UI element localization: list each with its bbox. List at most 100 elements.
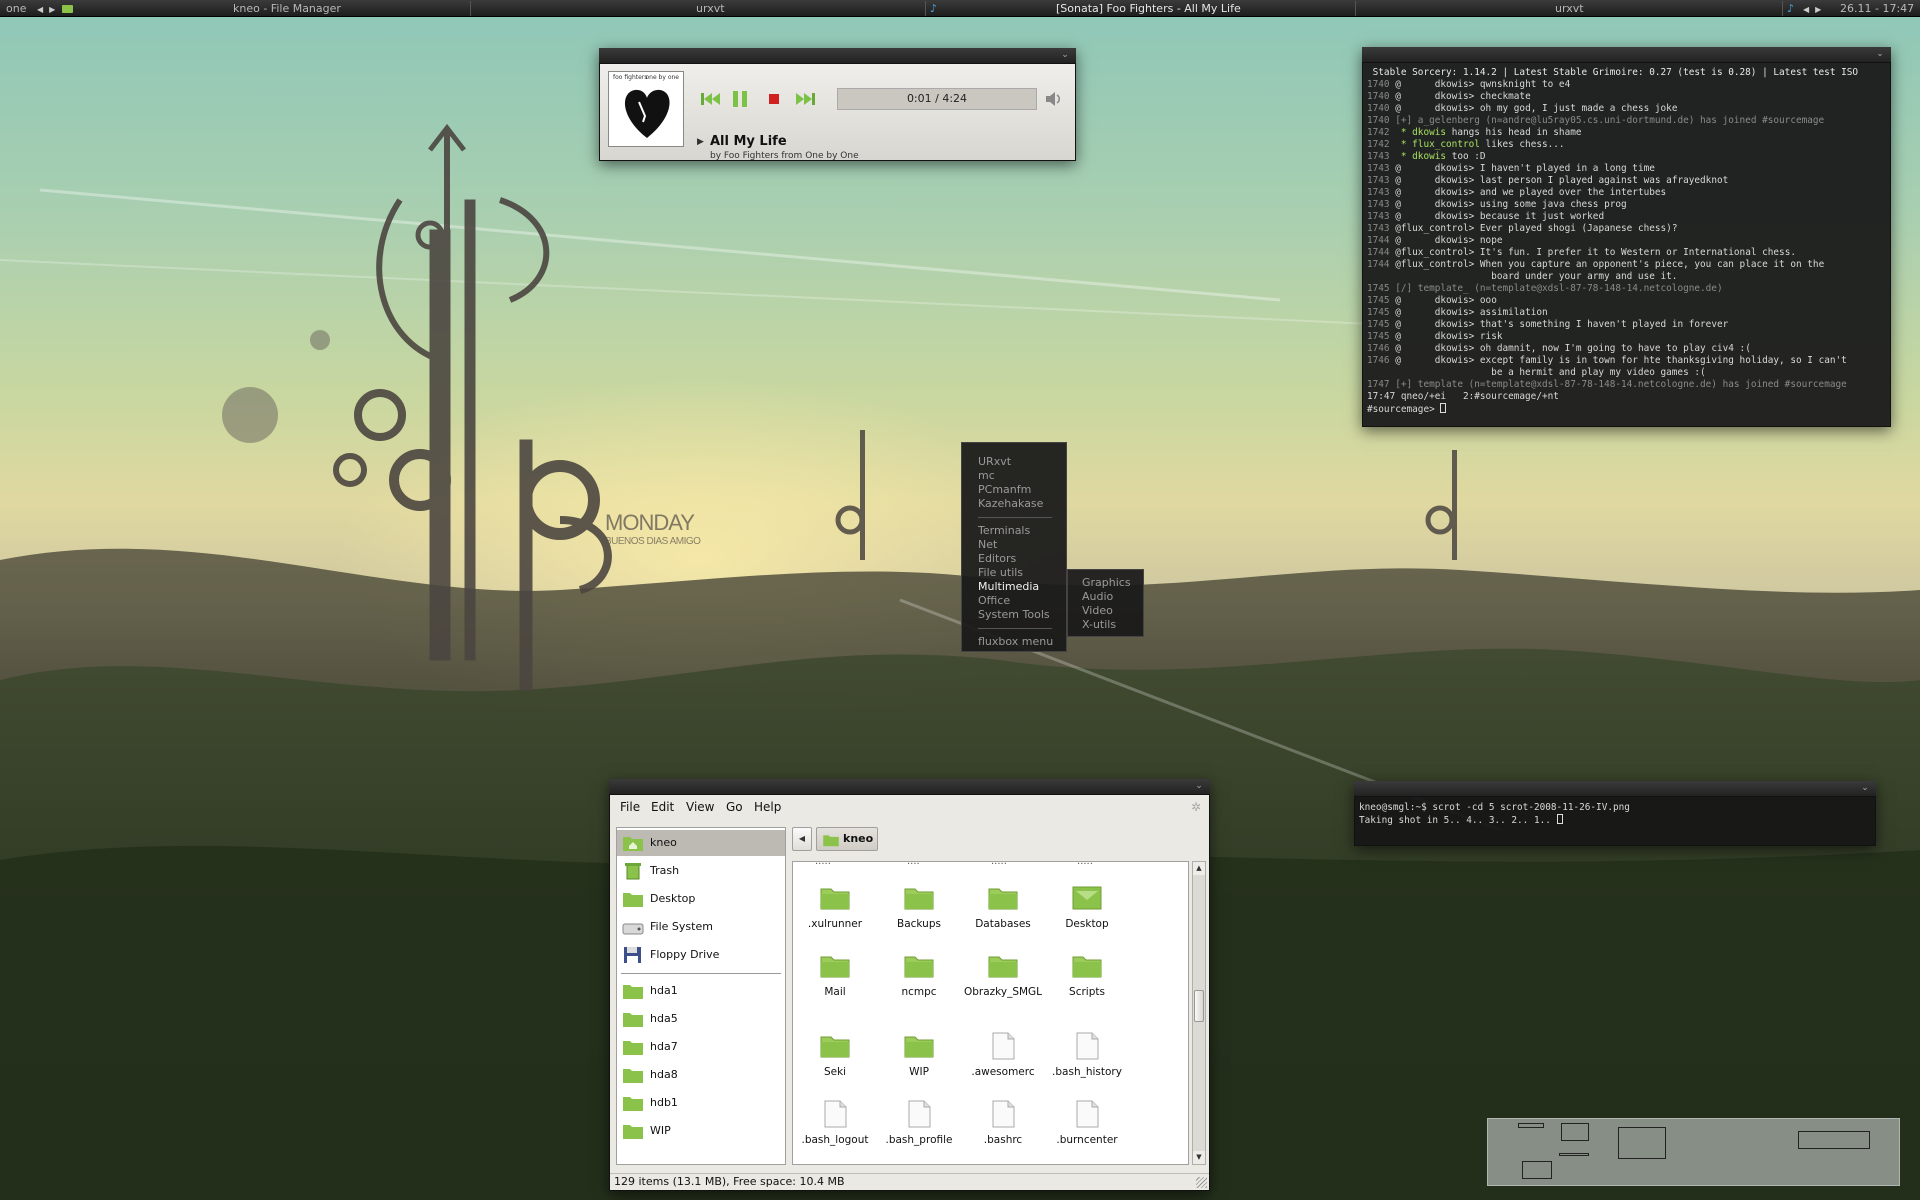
submenu-item-graphics[interactable]: Graphics [1068, 576, 1143, 590]
sidebar-item-file-system[interactable]: File System [617, 914, 785, 940]
sidebar-item-kneo[interactable]: kneo [617, 830, 785, 856]
shell-terminal[interactable]: kneo@smgl:~$ scrot -cd 5 scrot-2008-11-2… [1354, 797, 1876, 846]
menu-item-terminals[interactable]: Terminals [962, 524, 1066, 538]
pause-button[interactable] [728, 89, 752, 109]
menu-item-net[interactable]: Net [962, 538, 1066, 552]
file-item[interactable]: Seki [793, 1028, 877, 1094]
file-item[interactable]: Backups [877, 880, 961, 946]
menu-edit[interactable]: Edit [651, 800, 674, 814]
menu-file[interactable]: File [620, 800, 640, 814]
file-item[interactable]: Desktop [1045, 880, 1129, 946]
irc-status-line: 17:47 qneo/+ei 2:#sourcemage/+nt [1367, 391, 1559, 402]
file-item-label: Obrazky_SMGL [963, 986, 1043, 998]
file-item[interactable]: Databases [961, 880, 1045, 946]
sidebar-item-trash[interactable]: Trash [617, 858, 785, 884]
pager-window[interactable] [1618, 1127, 1666, 1159]
album-cover[interactable]: foo fighters one by one [608, 71, 684, 147]
window-menu-icon[interactable]: ⌄ [1875, 49, 1885, 59]
irc-terminal[interactable]: Stable Sorcery: 1.14.2 | Latest Stable G… [1362, 63, 1891, 427]
sonata-titlebar[interactable]: ⌄ [599, 48, 1076, 64]
scroll-down-icon[interactable]: ▼ [1193, 1151, 1205, 1164]
volume-icon[interactable] [1044, 90, 1064, 108]
submenu-item-x-utils[interactable]: X-utils [1068, 618, 1143, 632]
submenu-item-video[interactable]: Video [1068, 604, 1143, 618]
workspace-pager[interactable] [1487, 1118, 1900, 1186]
file-item[interactable]: WIP [877, 1028, 961, 1094]
irc-timestamp: 1745 [1367, 283, 1390, 294]
prev-workspace-icon[interactable]: ◀ [37, 1, 43, 18]
submenu-item-audio[interactable]: Audio [1068, 590, 1143, 604]
menu-item-editors[interactable]: Editors [962, 552, 1066, 566]
file-item[interactable]: .bashrc [961, 1096, 1045, 1162]
menu-item-fluxbox-menu[interactable]: fluxbox menu [962, 635, 1066, 649]
next-workspace-icon[interactable]: ▶ [49, 1, 55, 18]
file-item[interactable]: .awesomerc [961, 1028, 1045, 1094]
pager-window[interactable] [1518, 1123, 1544, 1128]
sidebar-item-floppy-drive[interactable]: Floppy Drive [617, 942, 785, 968]
pager-window[interactable] [1561, 1123, 1589, 1141]
stop-button[interactable] [762, 89, 786, 109]
scrollbar-thumb[interactable] [1194, 990, 1204, 1022]
menu-item-mc[interactable]: mc [962, 469, 1066, 483]
file-item[interactable]: Scripts [1045, 948, 1129, 1014]
scroll-up-icon[interactable]: ▲ [1193, 862, 1205, 875]
menu-item-system-tools[interactable]: System Tools [962, 608, 1066, 622]
task-sonata[interactable]: [Sonata] Foo Fighters - All My Life [1056, 0, 1241, 17]
resize-grip[interactable] [1196, 1177, 1207, 1188]
file-item[interactable]: .xulrunner [793, 880, 877, 946]
back-button[interactable]: ◀ [792, 827, 812, 851]
file-item[interactable]: Obrazky_SMGL [961, 948, 1045, 1014]
sidebar-item-hda7[interactable]: hda7 [617, 1034, 785, 1060]
file-view[interactable]: ..... .... ..... ..... .xulrunner Backups… [792, 861, 1189, 1165]
menu-item-pcmanfm[interactable]: PCmanfm [962, 483, 1066, 497]
sidebar-item-hdb1[interactable]: hdb1 [617, 1090, 785, 1116]
menu-view[interactable]: View [686, 800, 714, 814]
track-progress-bar[interactable]: 0:01 / 4:24 [837, 88, 1037, 110]
sidebar-item-wip[interactable]: WIP [617, 1118, 785, 1144]
menu-item-multimedia[interactable]: Multimedia [962, 580, 1066, 594]
task-urxvt-2[interactable]: urxvt [1555, 0, 1584, 17]
menu-item-office[interactable]: Office [962, 594, 1066, 608]
window-menu-icon[interactable]: ⌄ [1194, 781, 1204, 791]
sidebar-item-label: Floppy Drive [650, 948, 720, 961]
pager-window[interactable] [1798, 1131, 1870, 1149]
window-menu-icon[interactable]: ⌄ [1060, 50, 1070, 60]
window-menu-icon[interactable]: ⌄ [1860, 783, 1870, 793]
file-item[interactable]: ncmpc [877, 948, 961, 1014]
sidebar-item-desktop[interactable]: Desktop [617, 886, 785, 912]
file-manager-window: ⌄ File Edit View Go Help ✲ kneo Trash De… [609, 779, 1210, 1191]
shell-titlebar[interactable]: ⌄ [1354, 781, 1876, 797]
path-button-kneo[interactable]: kneo [816, 827, 878, 851]
menu-item-file-utils[interactable]: File utils [962, 566, 1066, 580]
sidebar-item-hda1[interactable]: hda1 [617, 978, 785, 1004]
menu-item-kazehakase[interactable]: Kazehakase [962, 497, 1066, 511]
sidebar-item-hda5[interactable]: hda5 [617, 1006, 785, 1032]
file-item[interactable]: .bash_history [1045, 1028, 1129, 1094]
previous-track-button[interactable] [699, 89, 723, 109]
prev-icon[interactable]: ◀ [1803, 1, 1809, 18]
file-item[interactable]: .bash_logout [793, 1096, 877, 1162]
file-item[interactable]: Mail [793, 948, 877, 1014]
menu-item-urxvt[interactable]: URxvt [962, 455, 1066, 469]
file-manager-titlebar[interactable]: ⌄ [609, 779, 1210, 795]
pager-window[interactable] [1559, 1153, 1589, 1156]
menu-help[interactable]: Help [754, 800, 781, 814]
next-icon[interactable]: ▶ [1815, 1, 1821, 18]
folder-icon [623, 1041, 643, 1055]
file-view-scrollbar[interactable]: ▲ ▼ [1192, 861, 1206, 1165]
sidebar-item-hda8[interactable]: hda8 [617, 1062, 785, 1088]
tray-music-icon[interactable]: ♪ [1787, 0, 1794, 17]
wallpaper-subheading: BUENOS DIAS AMIGO [605, 536, 701, 547]
task-file-manager[interactable]: kneo - File Manager [233, 0, 341, 17]
file-item[interactable]: .burncenter [1045, 1096, 1129, 1162]
pager-window[interactable] [1522, 1161, 1552, 1179]
menu-go[interactable]: Go [726, 800, 743, 814]
workspace-name[interactable]: one [6, 0, 26, 17]
irc-titlebar[interactable]: ⌄ [1362, 47, 1891, 63]
expand-arrow-icon[interactable]: ▶ [697, 137, 704, 147]
task-urxvt-1[interactable]: urxvt [696, 0, 725, 17]
file-item[interactable]: .bash_profile [877, 1096, 961, 1162]
irc-nick: @ dkowis> [1395, 343, 1475, 354]
next-track-button[interactable] [793, 89, 817, 109]
irc-prompt[interactable]: #sourcemage> [1367, 404, 1440, 415]
